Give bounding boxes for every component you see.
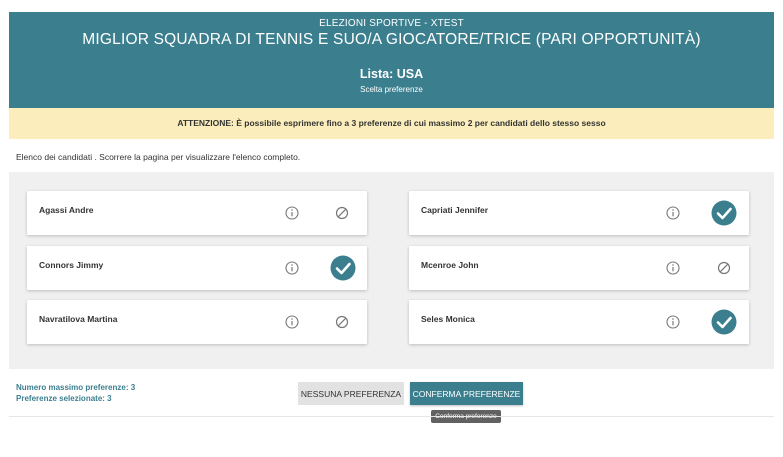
- candidate-card-capriati: Capriati Jennifer: [409, 191, 749, 235]
- candidate-name: Mcenroe John: [421, 260, 479, 270]
- candidate-name: Agassi Andre: [39, 205, 94, 215]
- ban-icon[interactable]: [334, 205, 350, 221]
- ban-icon[interactable]: [716, 260, 732, 276]
- selected-preferences-label: Preferenze selezionate: 3: [16, 394, 112, 403]
- info-icon[interactable]: [284, 314, 300, 330]
- confirm-preferences-button[interactable]: CONFERMA PREFERENZE: [410, 382, 523, 405]
- info-icon[interactable]: [284, 205, 300, 221]
- candidate-name: Capriati Jennifer: [421, 205, 489, 215]
- candidate-card-navratilova: Navratilova Martina: [27, 300, 367, 344]
- candidate-card-seles: Seles Monica: [409, 300, 749, 344]
- info-icon[interactable]: [665, 205, 681, 221]
- candidate-card-agassi: Agassi Andre: [27, 191, 367, 235]
- no-preference-button[interactable]: NESSUNA PREFERENZA: [298, 382, 404, 405]
- candidate-card-connors: Connors Jimmy: [27, 246, 367, 290]
- candidate-name: Seles Monica: [421, 314, 475, 324]
- list-name: Lista: USA: [359, 67, 424, 81]
- max-preferences-label: Numero massimo preferenze: 3: [16, 383, 136, 392]
- candidate-name: Connors Jimmy: [39, 260, 104, 270]
- info-icon[interactable]: [284, 260, 300, 276]
- check-circle-icon[interactable]: [711, 200, 737, 226]
- page-header: ELEZIONI SPORTIVE - XTEST MIGLIOR SQUADR…: [9, 12, 774, 108]
- info-icon[interactable]: [665, 260, 681, 276]
- check-circle-icon[interactable]: [330, 255, 356, 281]
- step-label: Scelta preferenze: [360, 85, 423, 94]
- footer-divider: [9, 416, 774, 417]
- candidates-intro: Elenco dei candidati . Scorrere la pagin…: [16, 152, 301, 162]
- preferences-summary: Numero massimo preferenze: 3 Preferenze …: [16, 382, 135, 404]
- warning-banner: ATTENZIONE: È possibile esprimere fino a…: [9, 108, 774, 139]
- candidate-card-mcenroe: Mcenroe John: [409, 246, 749, 290]
- check-circle-icon[interactable]: [711, 309, 737, 335]
- candidate-name: Navratilova Martina: [39, 314, 118, 324]
- page-title: MIGLIOR SQUADRA DI TENNIS E SUO/A GIOCAT…: [82, 31, 701, 48]
- info-icon[interactable]: [665, 314, 681, 330]
- election-subtitle: ELEZIONI SPORTIVE - XTEST: [319, 18, 464, 29]
- ban-icon[interactable]: [334, 314, 350, 330]
